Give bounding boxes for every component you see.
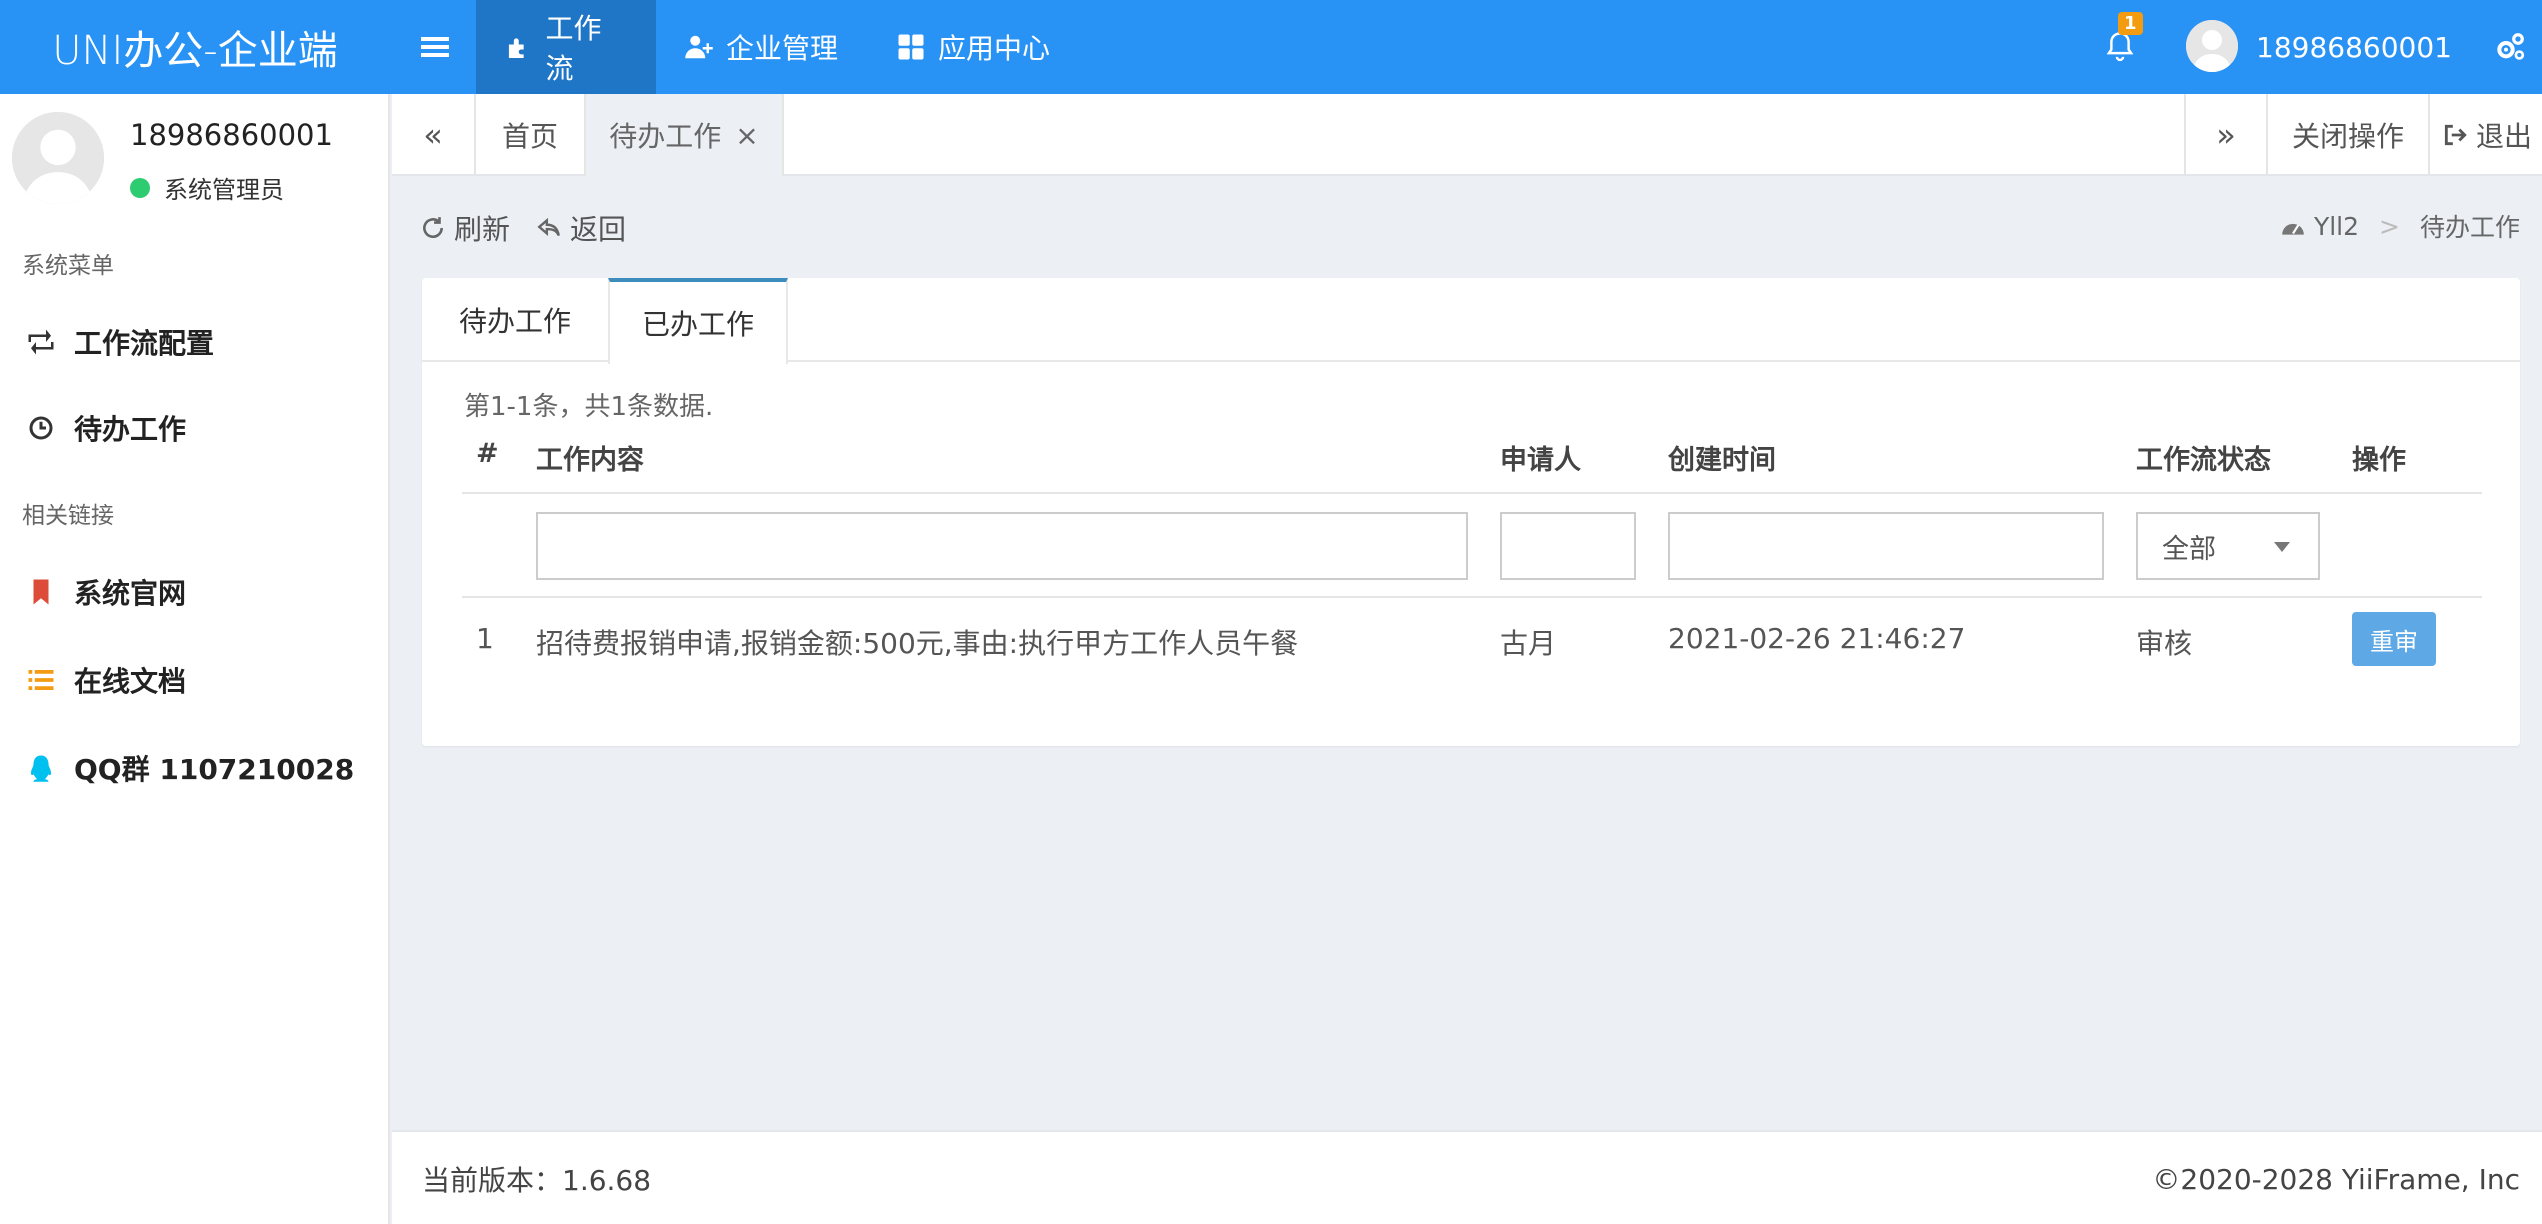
page-tabs-bar: « 首页 待办工作 × » 关闭操作 退出 xyxy=(392,94,2542,176)
column-header-index: # xyxy=(476,438,499,469)
created-filter-input[interactable] xyxy=(1668,512,2104,580)
links-header: 相关链接 xyxy=(22,503,114,529)
back-button[interactable]: 返回 xyxy=(536,208,626,248)
tabs-scroll-right-icon[interactable]: » xyxy=(2184,94,2268,176)
column-header-status[interactable]: 工作流状态 xyxy=(2136,438,2271,477)
user-menu[interactable]: 18986860001 xyxy=(2256,0,2452,94)
breadcrumb-current: 待办工作 xyxy=(2419,213,2520,242)
app-logo[interactable]: UNI办公-企业端 xyxy=(0,0,390,94)
sign-out-icon xyxy=(2444,124,2467,146)
column-header-actions: 操作 xyxy=(2352,445,2406,476)
version-text: 当前版本：1.6.68 xyxy=(422,1164,652,1197)
close-operations-button[interactable]: 关闭操作 xyxy=(2268,94,2430,176)
sidebar-item-label: 工作流配置 xyxy=(74,327,215,360)
sidebar-item-label: 在线文档 xyxy=(74,665,187,698)
grid-icon xyxy=(898,34,924,60)
avatar xyxy=(12,112,104,204)
logout-label: 退出 xyxy=(2476,120,2533,153)
column-header-applicant[interactable]: 申请人 xyxy=(1500,438,1581,477)
sidebar-user-role: 系统管理员 xyxy=(130,170,284,205)
retweet-icon xyxy=(28,329,54,355)
nav-enterprise[interactable]: 企业管理 xyxy=(656,0,866,94)
refresh-label: 刷新 xyxy=(454,213,511,246)
tab-home[interactable]: 首页 xyxy=(476,94,586,176)
bookmark-icon xyxy=(33,579,49,605)
close-ops-label: 关闭操作 xyxy=(2291,120,2404,153)
nav-workflow-label: 工作流 xyxy=(545,12,602,85)
status-filter-value: 全部 xyxy=(2162,533,2216,565)
menu-header: 系统菜单 xyxy=(22,253,114,279)
nav-enterprise-label: 企业管理 xyxy=(726,32,839,65)
column-header-created[interactable]: 创建时间 xyxy=(1668,438,1776,477)
tab-pending-work[interactable]: 待办工作 xyxy=(422,278,608,362)
dashboard-icon xyxy=(2282,223,2304,235)
rereview-button[interactable]: 重审 xyxy=(2352,612,2436,666)
user-plus-icon xyxy=(685,35,713,59)
sidebar-username: 18986860001 xyxy=(130,118,333,152)
sidebar-item-todo[interactable]: 待办工作 xyxy=(0,388,388,468)
footer: 当前版本：1.6.68 ©2020-2028 YiiFrame, Inc xyxy=(392,1130,2542,1224)
list-icon xyxy=(28,670,54,690)
content-filter-input[interactable] xyxy=(536,512,1468,580)
sidebar-item-label: 系统官网 xyxy=(74,577,187,610)
notification-badge: 1 xyxy=(2118,12,2143,35)
sidebar: 18986860001 系统管理员 系统菜单 工作流配置 待办工作 相关链接 系… xyxy=(0,94,390,1224)
tab-home-label: 首页 xyxy=(501,120,558,153)
filter-divider xyxy=(462,596,2482,598)
online-status-icon xyxy=(130,177,150,198)
refresh-button[interactable]: 刷新 xyxy=(420,208,510,248)
tab-todo-label: 待办工作 xyxy=(609,120,722,153)
row-applicant: 古月 xyxy=(1500,627,1557,660)
sidebar-item-label: QQ群 1107210028 xyxy=(74,753,355,786)
clock-icon xyxy=(29,416,53,440)
puzzle-icon xyxy=(508,38,524,59)
nav-workflow[interactable]: 工作流 xyxy=(476,0,656,94)
row-created: 2021-02-26 21:46:27 xyxy=(1668,622,1966,655)
tab-done-work[interactable]: 已办工作 xyxy=(608,278,788,364)
sidebar-item-workflow-config[interactable]: 工作流配置 xyxy=(0,302,388,382)
row-content: 招待费报销申请,报销金额:500元,事由:执行甲方工作人员午餐 xyxy=(536,627,1299,660)
refresh-icon xyxy=(423,217,443,239)
copyright-text: ©2020-2028 YiiFrame, Inc xyxy=(2152,1162,2520,1196)
card-tabs: 待办工作 已办工作 xyxy=(422,278,2520,364)
breadcrumb-root-label: Yll2 xyxy=(2313,211,2360,241)
applicant-filter-input[interactable] xyxy=(1500,512,1636,580)
breadcrumb: Yll2 > 待办工作 xyxy=(2280,208,2520,244)
table-summary: 第1-1条，共1条数据. xyxy=(464,392,714,422)
nav-app-center-label: 应用中心 xyxy=(938,32,1051,65)
tab-todo-work[interactable]: 待办工作 × xyxy=(586,94,784,176)
sidebar-link-docs[interactable]: 在线文档 xyxy=(0,640,388,720)
logout-button[interactable]: 退出 xyxy=(2430,94,2542,176)
tabs-scroll-left-icon[interactable]: « xyxy=(392,94,476,176)
column-header-content[interactable]: 工作内容 xyxy=(536,438,644,477)
sidebar-role-label: 系统管理员 xyxy=(164,176,284,204)
app-page: UNI办公-企业端 工作流 企业管理 应用中心 1 18986860001 18… xyxy=(0,0,2542,1224)
qq-icon xyxy=(31,755,51,782)
top-navbar: UNI办公-企业端 工作流 企业管理 应用中心 1 18986860001 xyxy=(0,0,2542,94)
menu-toggle-icon[interactable] xyxy=(400,0,470,94)
header-divider xyxy=(462,492,2482,494)
sidebar-item-label: 待办工作 xyxy=(74,413,187,446)
reply-icon xyxy=(537,217,560,237)
row-status: 审核 xyxy=(2136,627,2193,660)
caret-down-icon xyxy=(2274,542,2290,552)
avatar[interactable] xyxy=(2186,20,2238,72)
close-icon[interactable]: × xyxy=(735,119,758,152)
nav-app-center[interactable]: 应用中心 xyxy=(868,0,1078,94)
breadcrumb-root[interactable]: Yll2 xyxy=(2280,212,2359,241)
back-label: 返回 xyxy=(570,213,627,246)
row-index: 1 xyxy=(476,622,494,655)
settings-gears-icon[interactable] xyxy=(2480,0,2540,94)
sidebar-link-qq-group[interactable]: QQ群 1107210028 xyxy=(0,728,388,808)
status-filter-select[interactable]: 全部 xyxy=(2136,512,2320,580)
sidebar-link-official-site[interactable]: 系统官网 xyxy=(0,552,388,632)
work-list-card: 待办工作 已办工作 第1-1条，共1条数据. # 工作内容 申请人 创建时间 工… xyxy=(422,278,2520,746)
page-toolbar: 刷新 返回 xyxy=(420,208,626,248)
breadcrumb-separator: > xyxy=(2379,211,2400,241)
